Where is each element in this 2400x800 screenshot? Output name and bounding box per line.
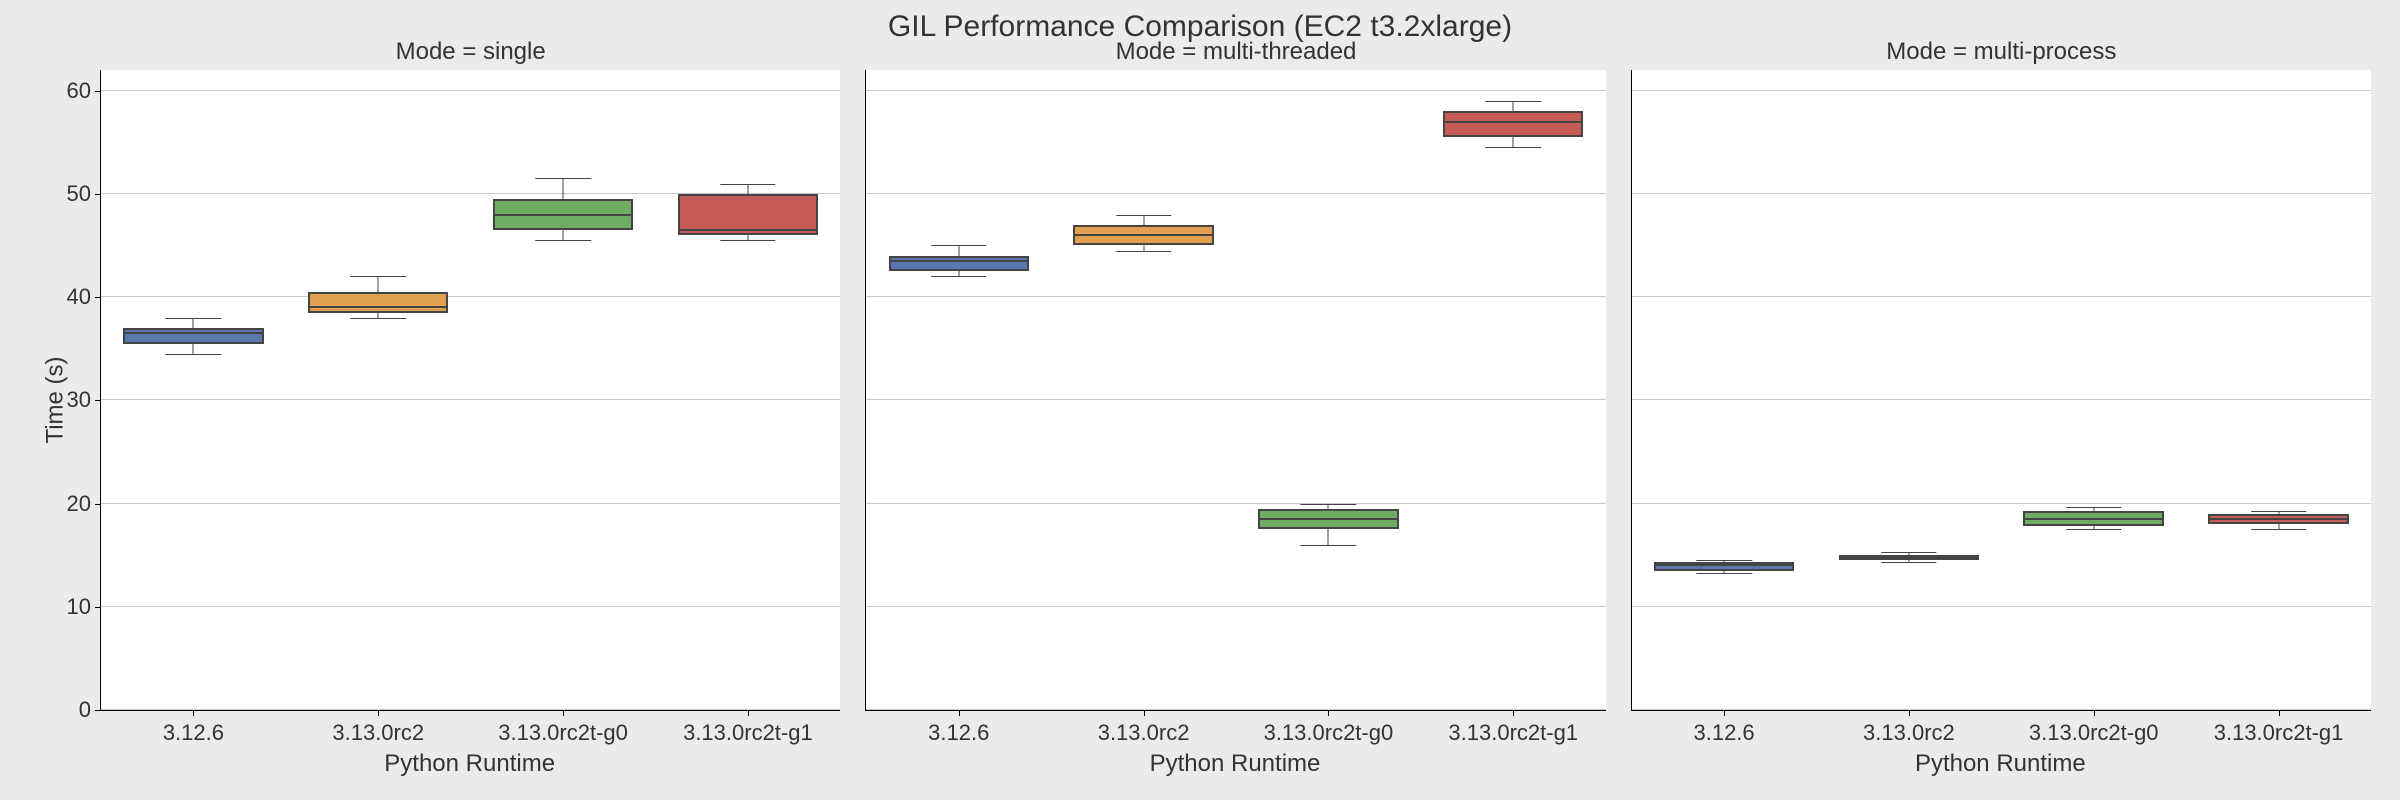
whisker-cap-bottom [1301,545,1356,546]
panel-title: Mode = single [101,38,840,66]
whisker-cap-bottom [1696,573,1751,574]
x-tick: 3.13.0rc2t-g0 [471,720,656,746]
boxplot [1236,70,1421,710]
boxplot [471,70,656,710]
x-tick: 3.13.0rc2 [286,720,471,746]
y-tick: 20 [67,491,91,517]
median-line [2208,518,2348,520]
x-tick: 3.12.6 [1632,720,1817,746]
panel-title: Mode = multi-process [1632,38,2371,66]
chart-panel-multi-threaded: Mode = multi-threaded3.12.63.13.0rc23.13… [865,70,1605,711]
median-line [678,229,818,231]
figure: GIL Performance Comparison (EC2 t3.2xlar… [0,0,2400,800]
y-tick: 60 [67,78,91,104]
whisker-cap-bottom [166,354,221,355]
x-tick: 3.12.6 [101,720,286,746]
y-axis-label: Time (s) [42,356,70,443]
x-tick: 3.13.0rc2 [1816,720,2001,746]
whisker-cap-top [1301,504,1356,505]
x-tick: 3.13.0rc2t-g1 [2186,720,2371,746]
x-axis-label: Python Runtime [1631,750,2370,778]
box [123,328,263,343]
x-tick: 3.13.0rc2t-g1 [655,720,840,746]
y-tick: 10 [67,594,91,620]
whisker-cap-top [1881,552,1936,553]
whisker-cap-top [2066,507,2121,508]
boxplot [1421,70,1606,710]
y-tick: 40 [67,284,91,310]
x-axis-label: Python Runtime [865,750,1604,778]
median-line [1258,518,1398,520]
boxplot [866,70,1051,710]
whisker-cap-bottom [2251,529,2306,530]
boxplot [1632,70,1817,710]
x-axis-label: Python Runtime [100,750,839,778]
whisker-cap-top [1696,560,1751,561]
median-line [308,306,448,308]
median-line [493,214,633,216]
boxplot [286,70,471,710]
whisker-cap-top [535,178,590,179]
median-line [2023,518,2163,520]
box [308,292,448,313]
whisker-cap-bottom [2066,529,2121,530]
whisker-cap-bottom [351,318,406,319]
box [889,256,1029,271]
whisker-cap-top [1116,215,1171,216]
boxplot [2001,70,2186,710]
y-tick: 30 [67,387,91,413]
median-line [1654,564,1794,566]
whisker-cap-top [931,245,986,246]
whisker-cap-top [1486,101,1541,102]
median-line [889,260,1029,262]
y-tick: 50 [67,181,91,207]
boxplot [2186,70,2371,710]
x-tick: 3.13.0rc2 [1051,720,1236,746]
x-tick: 3.13.0rc2t-g1 [1421,720,1606,746]
whisker-cap-top [720,184,775,185]
chart-panel-single: Mode = single01020304050603.12.63.13.0rc… [100,70,840,711]
whisker-cap-bottom [720,240,775,241]
boxplot [101,70,286,710]
whisker-cap-top [166,318,221,319]
boxplot [655,70,840,710]
whisker-cap-top [351,276,406,277]
boxplot [1816,70,2001,710]
x-tick: 3.12.6 [866,720,1051,746]
chart-panel-multi-process: Mode = multi-process3.12.63.13.0rc23.13.… [1631,70,2371,711]
median-line [1073,234,1213,236]
x-tick: 3.13.0rc2t-g0 [1236,720,1421,746]
whisker-cap-bottom [535,240,590,241]
boxplot [1051,70,1236,710]
box [1443,111,1583,137]
median-line [123,332,263,334]
whisker-cap-bottom [1486,147,1541,148]
x-tick: 3.13.0rc2t-g0 [2001,720,2186,746]
median-line [1443,121,1583,123]
panel-title: Mode = multi-threaded [866,38,1605,66]
whisker-cap-bottom [1881,562,1936,563]
whisker-cap-bottom [1116,251,1171,252]
median-line [1839,556,1979,558]
whisker-cap-top [2251,511,2306,512]
whisker-cap-bottom [931,276,986,277]
y-tick: 0 [79,697,91,723]
